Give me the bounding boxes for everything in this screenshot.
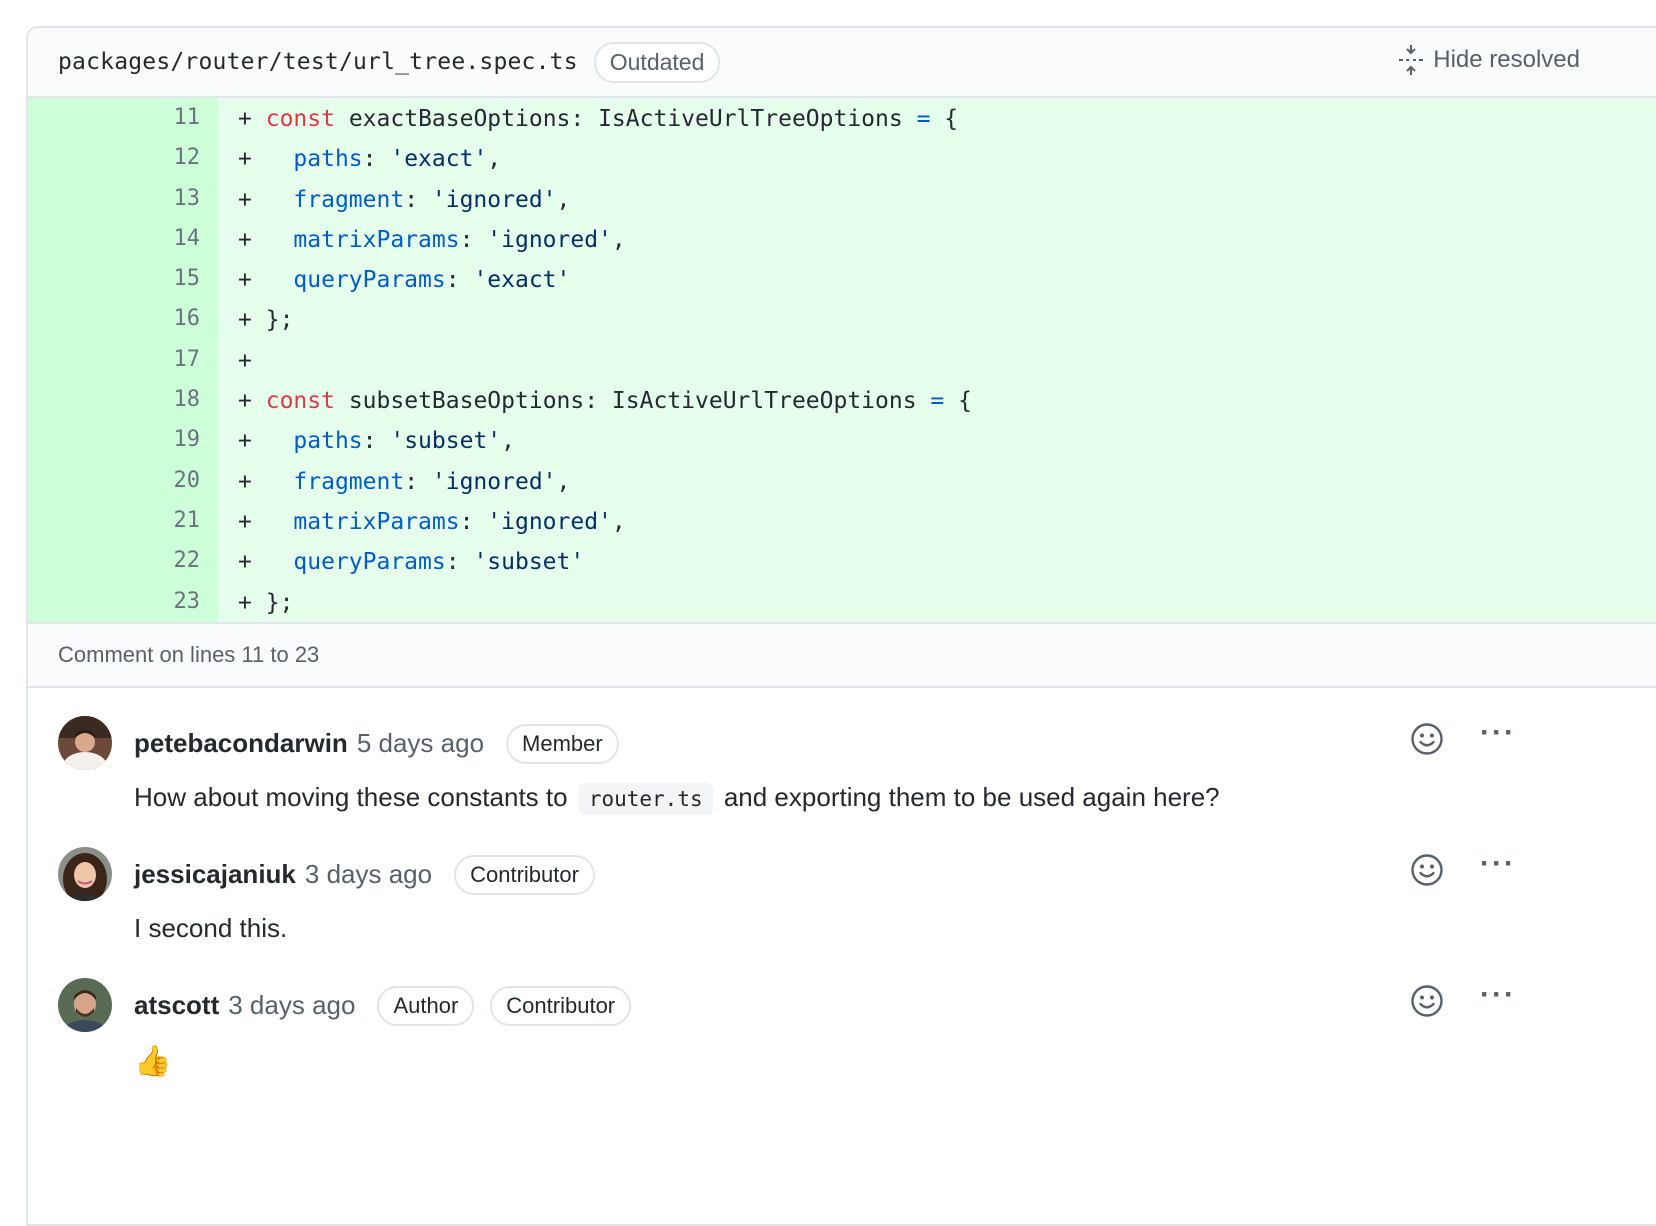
line-number[interactable]: 11 [28, 98, 218, 139]
add-reaction-button[interactable] [1410, 984, 1444, 1023]
diff-line: 22 + queryParams: 'subset' [28, 541, 1656, 582]
diff-code-block: 11 + const exactBaseOptions: IsActiveUrl… [28, 98, 1656, 622]
code-content: + paths: 'subset', [238, 428, 515, 455]
more-options-button[interactable]: ··· [1480, 847, 1516, 881]
add-reaction-button[interactable] [1410, 853, 1444, 892]
code-content: + fragment: 'ignored', [238, 468, 571, 495]
line-number[interactable]: 15 [28, 259, 218, 300]
line-number[interactable]: 17 [28, 339, 218, 381]
comment-timestamp[interactable]: 5 days ago [357, 728, 484, 759]
line-number[interactable]: 14 [28, 218, 218, 260]
diff-line: 19 + paths: 'subset', [28, 420, 1656, 461]
smiley-icon [1411, 854, 1443, 886]
kebab-icon: ··· [1480, 846, 1516, 880]
more-options-button[interactable]: ··· [1480, 716, 1516, 750]
review-thread-panel: packages/router/test/url_tree.spec.ts Ou… [26, 26, 1656, 1226]
comment-timestamp[interactable]: 3 days ago [228, 990, 355, 1021]
line-number[interactable]: 16 [28, 299, 218, 340]
code-content: + matrixParams: 'ignored', [238, 226, 626, 253]
diff-line: 17 + [28, 339, 1656, 381]
avatar[interactable] [58, 846, 112, 901]
outdated-badge: Outdated [593, 41, 721, 83]
file-path[interactable]: packages/router/test/url_tree.spec.ts [58, 49, 578, 75]
diff-line: 12 + paths: 'exact', [28, 138, 1656, 179]
hide-resolved-button[interactable]: Hide resolved [1397, 44, 1580, 76]
code-content: + }; [238, 589, 294, 616]
role-badge: Contributor [490, 985, 632, 1026]
role-badge: Contributor [454, 854, 595, 895]
diff-line: 14 + matrixParams: 'ignored', [28, 218, 1656, 260]
comment-header: petebacondarwin 5 days ago Member [134, 723, 619, 764]
diff-line: 15 + queryParams: 'exact' [28, 259, 1656, 300]
line-number[interactable]: 21 [28, 500, 218, 542]
code-content: + fragment: 'ignored', [238, 186, 571, 213]
avatar[interactable] [58, 977, 112, 1032]
smiley-icon [1411, 723, 1443, 755]
comment-body: I second this. [134, 912, 288, 943]
diff-line: 16 + }; [28, 299, 1656, 340]
code-content: + matrixParams: 'ignored', [238, 508, 626, 535]
hide-resolved-label: Hide resolved [1433, 46, 1580, 73]
line-number[interactable]: 23 [28, 581, 218, 622]
kebab-icon: ··· [1480, 715, 1516, 749]
comment-author[interactable]: jessicajaniuk [134, 859, 296, 890]
comment-author[interactable]: petebacondarwin [134, 728, 348, 759]
inline-code: router.ts [578, 782, 713, 815]
smiley-icon [1411, 985, 1443, 1017]
add-reaction-button[interactable] [1410, 722, 1444, 761]
line-number[interactable]: 22 [28, 541, 218, 582]
avatar[interactable] [58, 715, 112, 770]
code-content: + paths: 'exact', [238, 146, 502, 173]
code-content: + queryParams: 'subset' [238, 549, 585, 576]
comment-header: jessicajaniuk 3 days ago Contributor [134, 854, 595, 895]
kebab-icon: ··· [1480, 977, 1516, 1011]
more-options-button[interactable]: ··· [1480, 978, 1516, 1012]
diff-line: 18 + const subsetBaseOptions: IsActiveUr… [28, 380, 1656, 421]
file-header: packages/router/test/url_tree.spec.ts Ou… [28, 28, 1656, 98]
code-content: + }; [238, 307, 294, 334]
diff-line: 13 + fragment: 'ignored', [28, 178, 1656, 219]
diff-line: 23 + }; [28, 581, 1656, 622]
diff-line: 20 + fragment: 'ignored', [28, 460, 1656, 501]
comment-author[interactable]: atscott [134, 990, 219, 1021]
diff-line: 21 + matrixParams: 'ignored', [28, 500, 1656, 542]
line-number[interactable]: 13 [28, 178, 218, 219]
line-number[interactable]: 20 [28, 460, 218, 501]
role-badge: Member [506, 723, 619, 764]
code-content: + const subsetBaseOptions: IsActiveUrlTr… [238, 388, 972, 415]
code-content: + queryParams: 'exact' [238, 267, 571, 294]
line-number[interactable]: 19 [28, 420, 218, 461]
role-badge: Author [377, 985, 475, 1026]
comment-range-label: Comment on lines 11 to 23 [28, 621, 1656, 688]
diff-line: 11 + const exactBaseOptions: IsActiveUrl… [28, 98, 1656, 139]
line-number[interactable]: 12 [28, 138, 218, 179]
fold-icon [1399, 45, 1424, 75]
comment-body: How about moving these constants to rout… [134, 782, 1220, 815]
comment-timestamp[interactable]: 3 days ago [305, 859, 432, 890]
code-content: + [238, 347, 252, 374]
line-number[interactable]: 18 [28, 380, 218, 421]
comment-body: 👍 [134, 1044, 172, 1078]
comment-header: atscott 3 days ago Author Contributor [134, 985, 632, 1026]
code-content: + const exactBaseOptions: IsActiveUrlTre… [238, 106, 959, 132]
